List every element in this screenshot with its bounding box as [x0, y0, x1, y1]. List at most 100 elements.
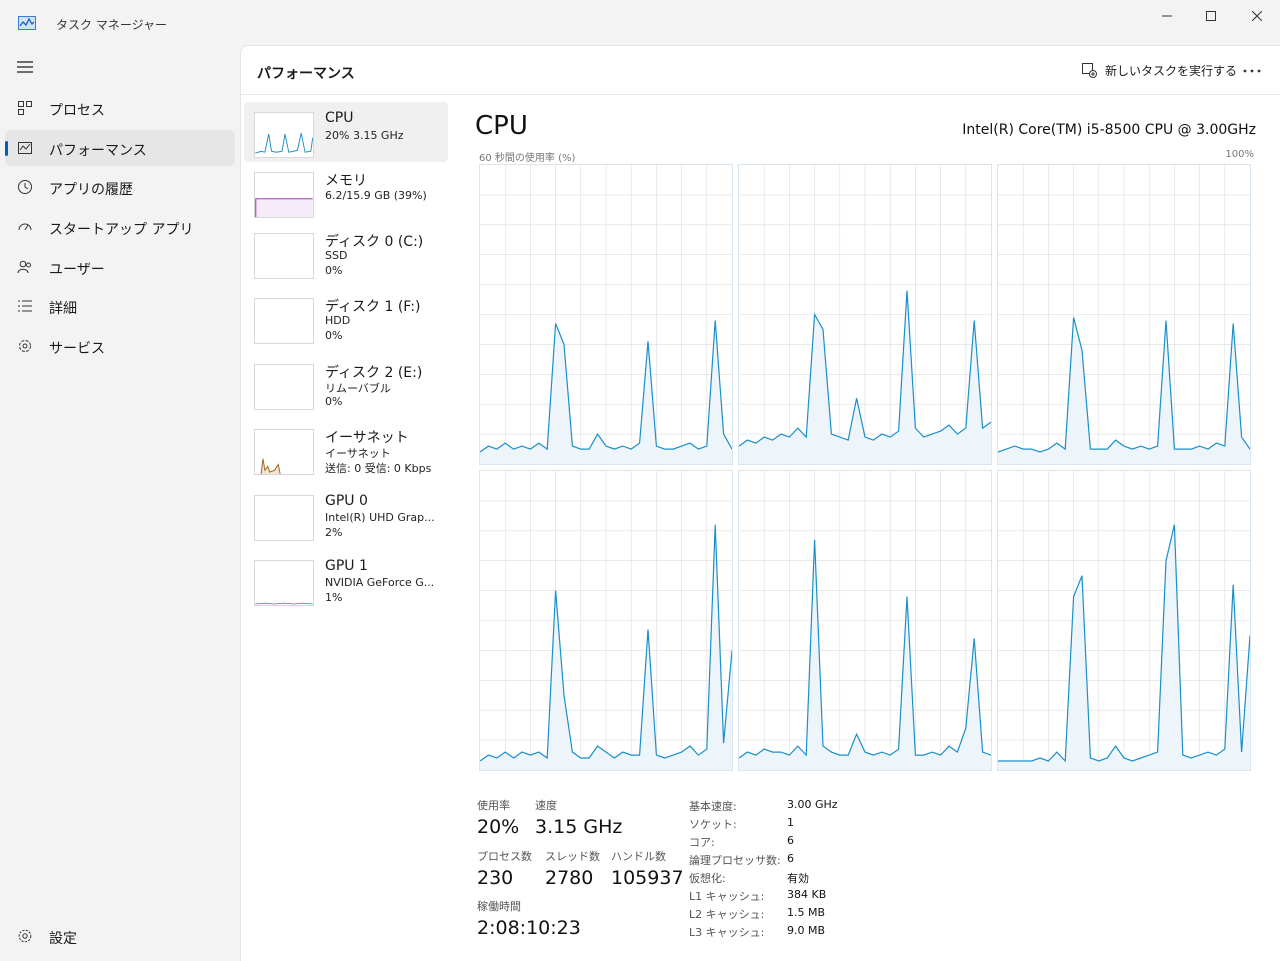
- details-icon: [18, 300, 32, 312]
- resource-ethernet-throughput: 送信: 0 受信: 0 Kbps: [325, 462, 432, 475]
- resource-cpu-usage: 20% 3.15 GHz: [325, 129, 404, 142]
- resource-name-disk-0: ディスク 0 (C:): [325, 234, 424, 250]
- close-button[interactable]: [1234, 0, 1280, 32]
- page-title: パフォーマンス: [257, 66, 355, 82]
- resource-name-disk-1: ディスク 1 (F:): [325, 299, 421, 315]
- resource-item-gpu-1[interactable]: GPU 1 NVIDIA GeForce G... 1%: [244, 550, 448, 610]
- resource-item-memory[interactable]: メモリ 6.2/15.9 GB (39%): [244, 162, 448, 222]
- cpu-core-graph-4: [479, 470, 733, 771]
- history-icon: [18, 180, 32, 194]
- spec-label-virtualization: 仮想化:: [689, 872, 726, 885]
- resource-item-cpu[interactable]: CPU 20% 3.15 GHz: [244, 102, 448, 162]
- resource-gpu-0-model: Intel(R) UHD Grap...: [325, 511, 435, 524]
- task-manager-icon: [18, 16, 36, 30]
- resource-disk-2-type: リムーバブル: [325, 382, 391, 395]
- gear-icon: [18, 929, 32, 943]
- resource-name-memory: メモリ: [325, 173, 367, 189]
- nav-label-app-history: アプリの履歴: [49, 182, 133, 198]
- resource-name-cpu: CPU: [325, 110, 354, 126]
- hamburger-menu-icon[interactable]: [16, 60, 34, 74]
- resource-item-ethernet[interactable]: イーサネット イーサネット 送信: 0 受信: 0 Kbps: [244, 419, 448, 479]
- spec-label-l2-cache: L2 キャッシュ:: [689, 908, 765, 921]
- resource-item-disk-0[interactable]: ディスク 0 (C:) SSD 0%: [244, 223, 448, 283]
- graph-axis-label: 60 秒間の使用率 (%): [479, 153, 576, 164]
- resource-name-ethernet: イーサネット: [325, 430, 409, 446]
- resource-item-disk-2[interactable]: ディスク 2 (E:) リムーバブル 0%: [244, 354, 448, 414]
- threads-label: スレッド数: [545, 850, 600, 863]
- startup-icon: [18, 223, 32, 231]
- threads-value: 2780: [545, 867, 594, 889]
- speed-value: 3.15 GHz: [535, 816, 623, 838]
- process-icon: [18, 101, 32, 115]
- resource-gpu-1-model: NVIDIA GeForce G...: [325, 576, 435, 589]
- cpu-core-graphs: [479, 164, 1254, 772]
- spec-value-l2-cache: 1.5 MB: [787, 906, 826, 919]
- nav-item-settings[interactable]: 設定: [5, 918, 235, 954]
- uptime-value: 2:08:10:23: [477, 917, 581, 939]
- content-header: パフォーマンス 新しいタスクを実行する: [241, 46, 1280, 95]
- cpu-core-graph-6: [997, 470, 1251, 771]
- cpu-core-graph-1: [479, 164, 733, 465]
- sidebar: プロセス パフォーマンス アプリの履歴 スタートアップ アプリ ユーザー 詳細: [0, 46, 240, 961]
- resource-gpu-0-usage: 2%: [325, 526, 343, 539]
- cpu-core-graph-3: [997, 164, 1251, 465]
- disk-1-thumbnail-graph: [254, 298, 314, 344]
- nav-label-settings: 設定: [49, 931, 77, 947]
- close-icon: [1252, 11, 1262, 21]
- memory-thumbnail-graph: [254, 172, 314, 218]
- resource-disk-1-usage: 0%: [325, 329, 343, 342]
- title-bar: タスク マネージャー: [0, 0, 1280, 46]
- spec-value-cores: 6: [787, 834, 794, 847]
- resource-item-disk-1[interactable]: ディスク 1 (F:) HDD 0%: [244, 288, 448, 348]
- window-title: タスク マネージャー: [56, 18, 167, 32]
- spec-label-logical-processors: 論理プロセッサ数:: [689, 854, 781, 867]
- spec-label-l1-cache: L1 キャッシュ:: [689, 890, 765, 903]
- resource-name-gpu-0: GPU 0: [325, 493, 368, 509]
- resource-disk-0-usage: 0%: [325, 264, 343, 277]
- cpu-core-graph-2: [738, 164, 992, 465]
- nav-item-app-history[interactable]: アプリの履歴: [5, 169, 235, 205]
- resource-ethernet-type: イーサネット: [325, 447, 391, 460]
- maximize-button[interactable]: [1188, 0, 1234, 32]
- disk-2-thumbnail-graph: [254, 364, 314, 410]
- content-panel: パフォーマンス 新しいタスクを実行する CPU 20% 3.15 GHz メモリ…: [240, 45, 1280, 961]
- nav-item-users[interactable]: ユーザー: [5, 249, 235, 285]
- run-new-task-button[interactable]: 新しいタスクを実行する: [1081, 56, 1237, 84]
- spec-label-base-speed: 基本速度:: [689, 800, 737, 813]
- resource-disk-0-type: SSD: [325, 249, 348, 262]
- nav-item-performance[interactable]: パフォーマンス: [5, 130, 235, 166]
- resource-name-gpu-1: GPU 1: [325, 558, 368, 574]
- nav-label-services: サービス: [49, 341, 105, 357]
- processes-label: プロセス数: [477, 850, 532, 863]
- ethernet-thumbnail-graph: [254, 429, 314, 475]
- services-icon: [19, 340, 31, 352]
- users-icon: [17, 260, 31, 274]
- nav-item-details[interactable]: 詳細: [5, 288, 235, 324]
- more-options-button[interactable]: [1237, 58, 1267, 84]
- detail-title: CPU: [475, 111, 528, 141]
- graph-axis-max: 100%: [1225, 149, 1254, 160]
- spec-label-sockets: ソケット:: [689, 818, 737, 831]
- spec-value-l3-cache: 9.0 MB: [787, 924, 826, 937]
- nav-label-details: 詳細: [49, 301, 77, 317]
- minimize-button[interactable]: [1144, 0, 1190, 32]
- minimize-icon: [1162, 15, 1172, 17]
- nav-item-processes[interactable]: プロセス: [5, 90, 235, 126]
- usage-value: 20%: [477, 816, 520, 838]
- cpu-core-graph-5: [738, 470, 992, 771]
- nav-item-startup[interactable]: スタートアップ アプリ: [5, 209, 235, 245]
- more-icon: [1243, 69, 1261, 73]
- speed-label: 速度: [535, 799, 557, 812]
- resource-memory-usage: 6.2/15.9 GB (39%): [325, 189, 427, 202]
- resource-name-disk-2: ディスク 2 (E:): [325, 365, 423, 381]
- resource-disk-1-type: HDD: [325, 314, 351, 327]
- resource-item-gpu-0[interactable]: GPU 0 Intel(R) UHD Grap... 2%: [244, 485, 448, 545]
- spec-value-l1-cache: 384 KB: [787, 888, 827, 901]
- spec-value-logical-processors: 6: [787, 852, 794, 865]
- resource-disk-2-usage: 0%: [325, 395, 343, 408]
- spec-label-cores: コア:: [689, 836, 715, 849]
- processes-value: 230: [477, 867, 514, 889]
- maximize-icon: [1206, 11, 1216, 21]
- gpu-0-thumbnail-graph: [254, 495, 314, 541]
- nav-item-services[interactable]: サービス: [5, 328, 235, 364]
